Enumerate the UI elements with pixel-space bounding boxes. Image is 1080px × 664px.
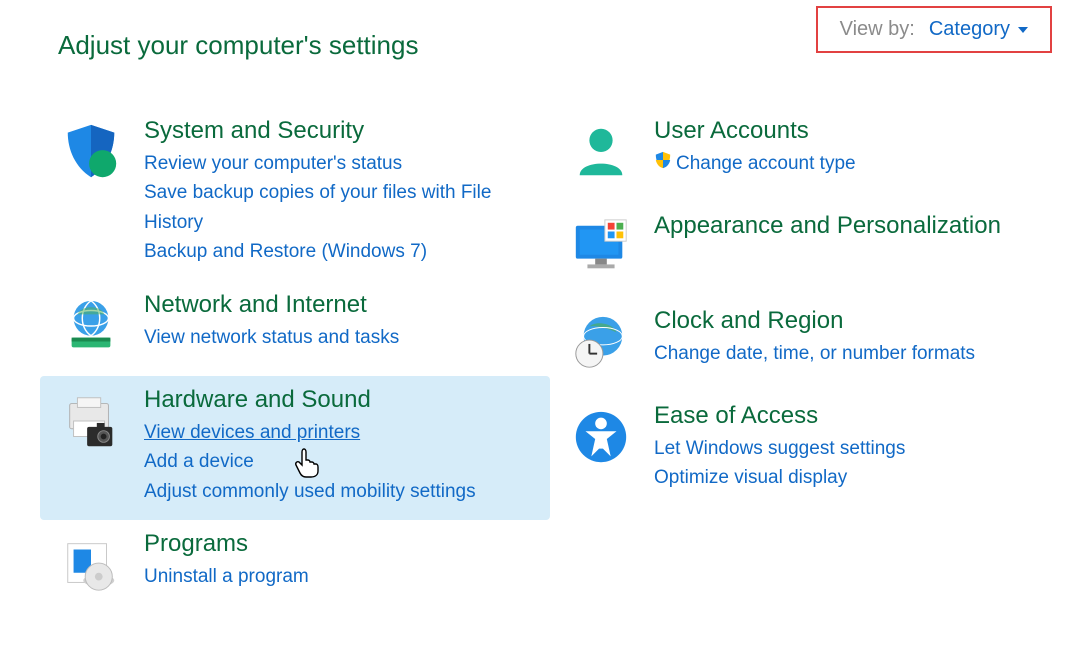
category-title[interactable]: User Accounts bbox=[654, 117, 856, 145]
link-add-device[interactable]: Add a device bbox=[144, 447, 476, 476]
category-title[interactable]: Appearance and Personalization bbox=[654, 212, 1001, 240]
uac-shield-icon bbox=[654, 149, 672, 178]
link-date-time-formats[interactable]: Change date, time, or number formats bbox=[654, 339, 975, 368]
category-title[interactable]: Hardware and Sound bbox=[144, 386, 476, 414]
link-change-account-type[interactable]: Change account type bbox=[654, 149, 856, 179]
viewby-box: View by: Category bbox=[816, 6, 1052, 53]
accessibility-icon bbox=[570, 402, 648, 473]
link-backup-restore[interactable]: Backup and Restore (Windows 7) bbox=[144, 237, 530, 266]
category-hardware-sound[interactable]: Hardware and Sound View devices and prin… bbox=[40, 376, 550, 520]
category-programs[interactable]: Programs Uninstall a program bbox=[40, 520, 550, 615]
link-review-status[interactable]: Review your computer's status bbox=[144, 149, 530, 178]
category-ease-of-access[interactable]: Ease of Access Let Windows suggest setti… bbox=[550, 392, 1060, 507]
category-title[interactable]: Ease of Access bbox=[654, 402, 905, 430]
user-icon bbox=[570, 117, 648, 188]
viewby-label: View by: bbox=[840, 18, 915, 41]
viewby-value-text: Category bbox=[929, 18, 1010, 41]
link-text: Change account type bbox=[676, 153, 856, 174]
link-optimize-display[interactable]: Optimize visual display bbox=[654, 463, 905, 492]
category-title[interactable]: Clock and Region bbox=[654, 307, 975, 335]
category-title[interactable]: Programs bbox=[144, 530, 309, 558]
printer-camera-icon bbox=[60, 386, 138, 457]
monitor-icon bbox=[570, 212, 648, 283]
link-devices-printers[interactable]: View devices and printers bbox=[144, 418, 476, 447]
link-uninstall-program[interactable]: Uninstall a program bbox=[144, 562, 309, 591]
clock-globe-icon bbox=[570, 307, 648, 378]
link-mobility-settings[interactable]: Adjust commonly used mobility settings bbox=[144, 477, 476, 506]
network-icon bbox=[60, 291, 138, 362]
link-network-status[interactable]: View network status and tasks bbox=[144, 323, 399, 352]
link-suggest-settings[interactable]: Let Windows suggest settings bbox=[654, 434, 905, 463]
category-network-internet[interactable]: Network and Internet View network status… bbox=[40, 281, 550, 376]
category-appearance[interactable]: Appearance and Personalization bbox=[550, 202, 1060, 297]
category-clock-region[interactable]: Clock and Region Change date, time, or n… bbox=[550, 297, 1060, 392]
category-user-accounts[interactable]: User Accounts Change account type bbox=[550, 107, 1060, 202]
viewby-dropdown[interactable]: Category bbox=[929, 18, 1028, 41]
category-title[interactable]: System and Security bbox=[144, 117, 530, 145]
page-title: Adjust your computer's settings bbox=[58, 30, 418, 61]
programs-icon bbox=[60, 530, 138, 601]
category-system-security[interactable]: System and Security Review your computer… bbox=[40, 107, 550, 281]
shield-icon bbox=[60, 117, 138, 188]
link-file-history[interactable]: Save backup copies of your files with Fi… bbox=[144, 178, 530, 237]
chevron-down-icon bbox=[1018, 27, 1028, 33]
category-title[interactable]: Network and Internet bbox=[144, 291, 399, 319]
